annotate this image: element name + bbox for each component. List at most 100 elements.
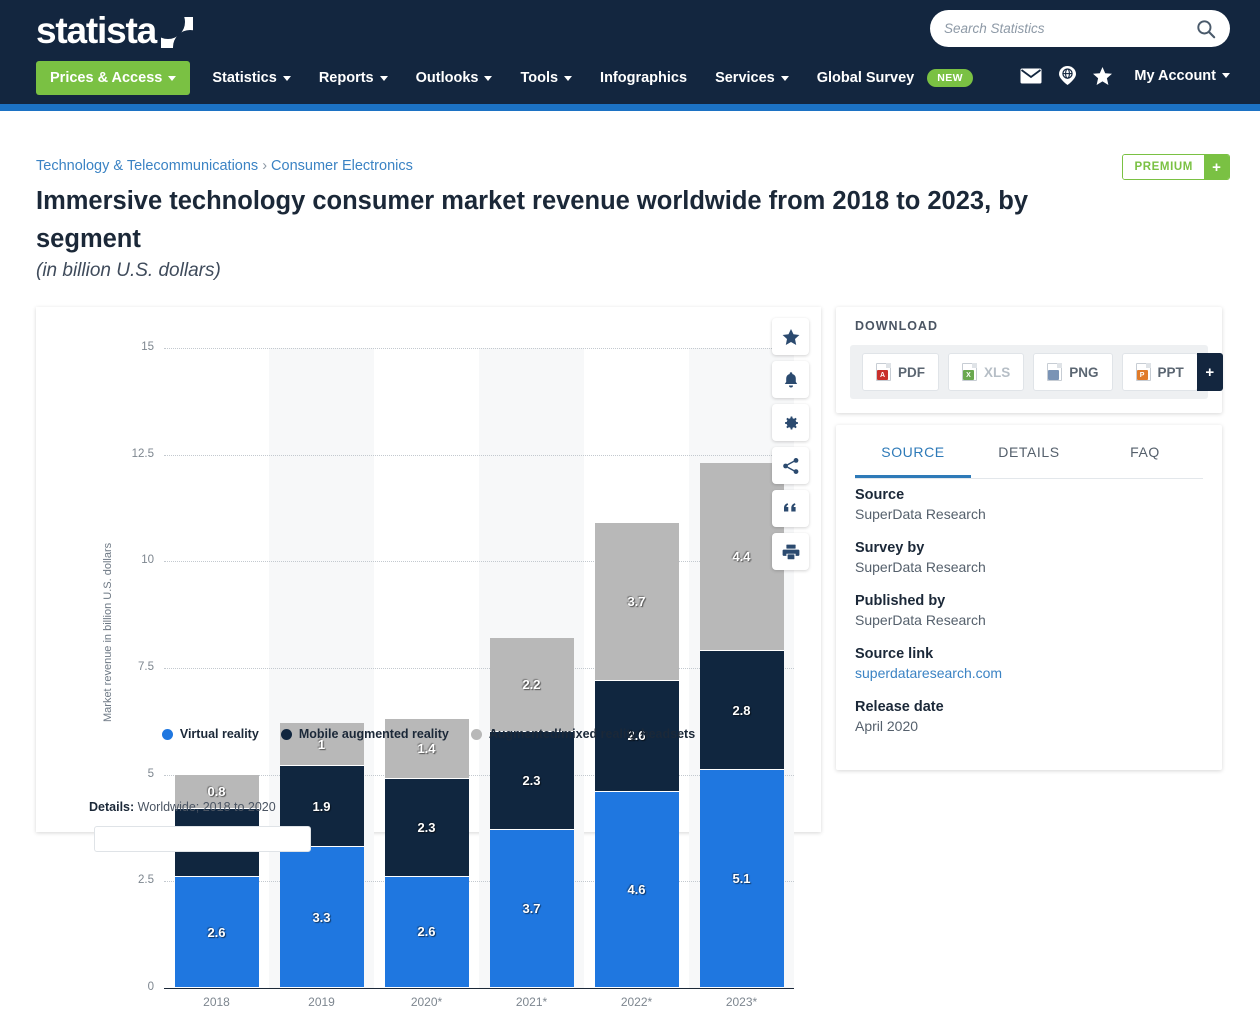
chart-bar-segment[interactable]: 5.1 bbox=[699, 770, 784, 988]
chart-bar-segment[interactable]: 2.2 bbox=[489, 638, 574, 732]
print-icon[interactable] bbox=[782, 543, 800, 561]
chart-bar-column[interactable]: 2.2 2.3 3.7 bbox=[489, 638, 574, 988]
download-button-label: XLS bbox=[984, 364, 1011, 380]
details-input-stub[interactable] bbox=[94, 826, 311, 852]
breadcrumb-link-2[interactable]: Consumer Electronics bbox=[271, 158, 413, 174]
source-field-value[interactable]: superdataresearch.com bbox=[855, 665, 1203, 681]
download-title: DOWNLOAD bbox=[855, 319, 938, 333]
search-box[interactable] bbox=[930, 10, 1230, 47]
chart-bar-segment[interactable]: 3.7 bbox=[594, 522, 679, 681]
nav-item-prices-access[interactable]: Prices & Access bbox=[36, 61, 191, 95]
download-more-button[interactable]: + bbox=[1196, 353, 1223, 391]
source-field-label: Source link bbox=[855, 646, 934, 662]
chart-bar-value-label: 2.8 bbox=[732, 702, 751, 718]
chart-bar-segment[interactable]: 2.3 bbox=[489, 731, 574, 831]
tab-details[interactable]: DETAILS bbox=[971, 439, 1087, 478]
source-field-label: Published by bbox=[855, 593, 946, 609]
source-field: Survey by SuperData Research bbox=[855, 540, 1203, 575]
quote-icon[interactable] bbox=[782, 500, 800, 518]
source-field: Source link superdataresearch.com bbox=[855, 646, 1203, 681]
nav-item-label: Global Survey bbox=[816, 70, 915, 86]
x-axis-tick-label: 2020* bbox=[410, 995, 443, 1009]
share-icon[interactable] bbox=[782, 457, 800, 475]
envelope-icon[interactable] bbox=[1020, 68, 1042, 84]
x-axis-line bbox=[164, 988, 794, 989]
nav-item-label: Reports bbox=[318, 70, 374, 86]
legend-label: Virtual reality bbox=[179, 727, 259, 741]
chart-bar-column[interactable]: 3.7 2.6 4.6 bbox=[594, 522, 679, 988]
chart-bar-value-label: 4.4 bbox=[732, 549, 751, 565]
my-account-menu[interactable]: My Account bbox=[1134, 68, 1230, 84]
nav-item-services[interactable]: Services bbox=[701, 64, 803, 92]
star-icon[interactable] bbox=[1093, 66, 1113, 85]
nav-item-tools[interactable]: Tools bbox=[506, 64, 586, 92]
quote-button[interactable] bbox=[772, 490, 809, 527]
chart-legend: Virtual reality Mobile augmented reality A… bbox=[36, 727, 821, 741]
x-axis-tick-label: 2018 bbox=[203, 995, 230, 1009]
premium-badge[interactable]: PREMIUM + bbox=[1122, 154, 1230, 180]
download-xls-button[interactable]: X XLS bbox=[948, 353, 1025, 391]
chart-bar-value-label: 5.1 bbox=[732, 871, 751, 887]
nav-item-statistics[interactable]: Statistics bbox=[198, 64, 304, 92]
premium-plus-icon[interactable]: + bbox=[1204, 155, 1229, 179]
nav-new-badge: NEW bbox=[927, 69, 973, 87]
logo-mark-icon bbox=[160, 17, 193, 48]
nav-item-label: Statistics bbox=[212, 70, 277, 86]
chart-bar-segment[interactable]: 2.3 bbox=[384, 778, 469, 878]
main-navigation: Prices & Access Statistics Reports Outlooks… bbox=[36, 61, 987, 95]
download-ppt-button[interactable]: P PPT bbox=[1121, 353, 1198, 391]
breadcrumb-link-1[interactable]: Technology & Telecommunications bbox=[36, 158, 258, 174]
download-pdf-button[interactable]: A PDF bbox=[862, 353, 939, 391]
nav-item-global-survey[interactable]: Global Survey NEW bbox=[803, 63, 987, 93]
chart-bar-segment[interactable]: 4.6 bbox=[594, 791, 679, 988]
chart-bar-value-label: 2.3 bbox=[417, 819, 436, 835]
source-field-value: SuperData Research bbox=[855, 612, 986, 628]
print-button[interactable] bbox=[772, 533, 809, 570]
nav-item-infographics[interactable]: Infographics bbox=[586, 64, 701, 92]
chevron-down-icon bbox=[168, 75, 177, 81]
chart-action-rail bbox=[772, 318, 809, 570]
nav-item-label: Tools bbox=[520, 70, 559, 86]
legend-item[interactable]: Virtual reality bbox=[161, 727, 259, 741]
chart-bar-value-label: 1.4 bbox=[417, 741, 436, 757]
globe-icon[interactable] bbox=[1059, 66, 1077, 85]
star-button[interactable] bbox=[772, 318, 809, 355]
chevron-down-icon bbox=[379, 75, 388, 81]
star-icon[interactable] bbox=[782, 328, 800, 346]
nav-item-outlooks[interactable]: Outlooks bbox=[402, 64, 507, 92]
download-png-button[interactable]: PNG bbox=[1033, 353, 1113, 391]
x-axis-tick-label: 2023* bbox=[725, 995, 758, 1009]
legend-item[interactable]: Mobile augmented reality bbox=[280, 727, 449, 741]
tab-faq[interactable]: FAQ bbox=[1087, 439, 1203, 478]
chart-bar-segment[interactable]: 2.6 bbox=[174, 877, 259, 988]
download-card: DOWNLOAD A PDF X XLS PNG P PPT + bbox=[836, 307, 1223, 413]
chart-bar-segment[interactable]: 2.8 bbox=[699, 650, 784, 771]
nav-item-reports[interactable]: Reports bbox=[305, 64, 402, 92]
share-button[interactable] bbox=[772, 447, 809, 484]
breadcrumb-separator: › bbox=[262, 158, 268, 174]
chart-bar-segment[interactable]: 3.3 bbox=[279, 847, 364, 988]
statista-logo[interactable]: statista bbox=[36, 10, 193, 52]
source-field-value: April 2020 bbox=[855, 718, 919, 734]
legend-item[interactable]: Augmented/mixed reality headsets bbox=[470, 727, 695, 741]
bell-button[interactable] bbox=[772, 361, 809, 398]
bell-icon[interactable] bbox=[782, 371, 800, 389]
search-input[interactable] bbox=[944, 21, 1196, 36]
source-field-label: Release date bbox=[855, 699, 944, 715]
y-axis-tick-label: 15 bbox=[141, 341, 154, 353]
search-icon[interactable] bbox=[1196, 19, 1216, 39]
download-button-row: A PDF X XLS PNG P PPT + bbox=[850, 345, 1223, 399]
y-axis-tick-label: 10 bbox=[141, 554, 154, 567]
chart-bar-segment[interactable]: 2.6 bbox=[384, 877, 469, 988]
ppt-file-icon: P bbox=[1135, 363, 1151, 381]
download-button-label: PDF bbox=[898, 364, 925, 380]
chart-bar-segment[interactable]: 3.7 bbox=[489, 830, 574, 988]
legend-label: Mobile augmented reality bbox=[298, 727, 449, 741]
legend-color-swatch bbox=[161, 728, 173, 740]
gear-button[interactable] bbox=[772, 404, 809, 441]
source-field-label: Source bbox=[855, 487, 905, 503]
gear-icon[interactable] bbox=[782, 414, 800, 432]
chart-bar-column[interactable]: 4.4 2.8 5.1 bbox=[699, 463, 784, 988]
tab-source[interactable]: SOURCE bbox=[855, 439, 971, 478]
chart-bar-segment[interactable]: 4.4 bbox=[699, 463, 784, 651]
